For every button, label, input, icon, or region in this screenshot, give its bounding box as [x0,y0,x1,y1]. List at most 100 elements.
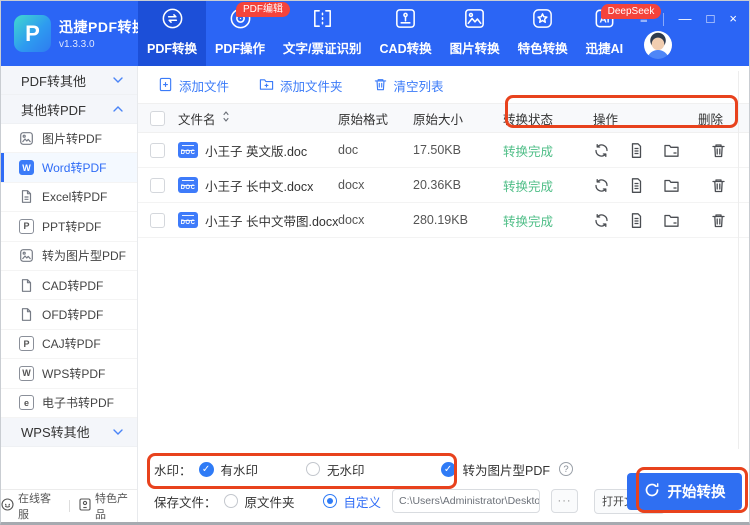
delete-row-icon[interactable] [710,177,727,194]
open-folder-icon[interactable] [663,142,680,159]
sidebar-item-ofd-to-pdf[interactable]: OFD转PDF [1,300,137,330]
sidebar-item-caj-to-pdf[interactable]: P CAJ转PDF [1,330,137,360]
open-folder-icon[interactable] [663,177,680,194]
caj-file-icon: P [19,336,34,352]
sidebar-item-label: 电子书转PDF [42,396,115,411]
group-label: PDF转其他 [21,73,87,89]
close-icon[interactable]: × [729,12,737,26]
sidebar-item-label: Word转PDF [42,161,107,176]
status-label: 转换完成 [503,179,554,194]
pdf-convert-icon [160,6,185,31]
sidebar-item-label: CAJ转PDF [42,337,101,352]
browse-button[interactable]: ··· [551,489,579,513]
folder-plus-icon [259,77,274,95]
delete-row-icon[interactable] [710,212,727,229]
sidebar-item-wps-to-pdf[interactable]: W WPS转PDF [1,359,137,389]
nav-tab-cad-convert[interactable]: CAD转换 [371,1,441,66]
sidebar-item-ebook-to-pdf[interactable]: e 电子书转PDF [1,389,137,418]
file-size: 280.19KB [413,213,468,227]
doc-file-icon: DOC [178,142,198,158]
sidebar-group-other-to-pdf[interactable]: 其他转PDF [1,95,137,124]
file-size: 17.50KB [413,143,461,157]
minimize-icon[interactable]: — [679,12,692,26]
sidebar-item-label: OFD转PDF [42,308,104,323]
without-watermark-label[interactable]: 无水印 [327,460,365,479]
group-label: WPS转其他 [21,425,90,441]
delete-row-icon[interactable] [710,142,727,159]
to-image-pdf-checkbox-checked[interactable] [440,461,456,477]
sidebar-item-label: 图片转PDF [42,131,103,146]
reconvert-icon[interactable] [593,177,610,194]
column-file-name: 文件名 [178,112,216,127]
image-icon [19,248,34,263]
nav-tab-pdf-convert[interactable]: PDF转换 [138,1,207,66]
column-delete: 删除 [698,112,724,127]
file-format: doc [338,143,359,157]
add-folder-button[interactable]: 添加文件夹 [259,76,343,95]
featured-products-link[interactable]: 特色产品 [79,490,137,522]
nav-tab-feature-convert[interactable]: 特色转换 [509,1,577,66]
open-file-icon[interactable] [628,212,645,229]
start-convert-button[interactable]: 开始转换 [627,473,742,510]
user-avatar[interactable] [644,31,673,59]
row-checkbox[interactable] [150,212,165,228]
footer-divider [69,500,70,512]
window-controls-divider [662,12,664,26]
word-file-icon: W [19,160,34,176]
row-checkbox[interactable] [150,142,165,158]
maximize-icon[interactable]: □ [707,12,715,26]
nav-tab-pdf-operate[interactable]: PDF编辑 PDF操作 [206,1,291,66]
to-image-pdf-label[interactable]: 转为图片型PDF [463,460,551,479]
scrollbar-track[interactable] [738,71,739,449]
clear-list-button[interactable]: 清空列表 [373,76,444,95]
sidebar-group-pdf-to-other[interactable]: PDF转其他 [1,66,137,95]
ppt-file-icon: P [19,218,34,234]
add-file-button[interactable]: 添加文件 [158,76,229,95]
open-folder-icon[interactable] [663,212,680,229]
sort-icon[interactable] [222,111,230,125]
nav-tab-label: 图片转换 [449,42,500,56]
custom-folder-radio-selected[interactable] [322,494,337,508]
open-file-icon[interactable] [628,142,645,159]
file-plus-icon [158,77,173,95]
chevron-down-icon [113,429,123,435]
page-file-icon [19,278,34,293]
app-logo: P 迅捷PDF转换器 v1.3.3.0 [1,1,161,66]
sidebar-item-ppt-to-pdf[interactable]: P PPT转PDF [1,212,137,242]
sidebar-item-to-image-pdf[interactable]: 转为图片型PDF [1,242,137,271]
sidebar-item-excel-to-pdf[interactable]: Excel转PDF [1,183,137,213]
excel-file-icon [19,189,34,204]
select-all-checkbox[interactable] [150,110,165,126]
ebook-file-icon: e [19,395,34,411]
sidebar-item-word-to-pdf[interactable]: W Word转PDF [1,153,137,183]
row-checkbox[interactable] [150,177,165,193]
sidebar-group-wps-to-other[interactable]: WPS转其他 [1,417,137,447]
custom-folder-label[interactable]: 自定义 [344,492,382,511]
nav-tab-label: 特色转换 [517,42,568,56]
sidebar-item-cad-to-pdf[interactable]: CAD转PDF [1,271,137,301]
with-watermark-radio-checked[interactable] [198,461,214,477]
online-support-link[interactable]: 在线客服 [1,490,60,522]
save-path-input[interactable]: C:\Users\Administrator\Desktop [392,489,541,513]
group-label: 其他转PDF [21,102,87,118]
open-file-icon[interactable] [628,177,645,194]
original-folder-label[interactable]: 原文件夹 [245,492,295,511]
original-folder-radio[interactable] [223,494,238,508]
sidebar-item-image-to-pdf[interactable]: 图片转PDF [1,124,137,154]
help-icon[interactable]: ? [559,462,574,476]
without-watermark-radio[interactable] [306,462,321,476]
reconvert-icon[interactable] [593,212,610,229]
content-area: PDF转其他 其他转PDF 图片转PDF W Word转PDF Excel转PD… [1,66,749,522]
reconvert-icon[interactable] [593,142,610,159]
with-watermark-label[interactable]: 有水印 [221,460,259,479]
app-window: P 迅捷PDF转换器 v1.3.3.0 PDF转换 PDF编辑 PDF操作 文字… [0,0,750,525]
nav-tab-image-convert[interactable]: 图片转换 [441,1,509,66]
doc-file-icon: DOC [178,177,198,193]
sidebar-item-label: WPS转PDF [42,366,106,381]
nav-tab-label: 迅捷AI [585,42,624,56]
file-format: docx [338,178,365,192]
nav-tab-xunjie-ai[interactable]: DeepSeek Ai 迅捷AI [577,1,662,66]
deepseek-badge: DeepSeek [600,4,662,19]
sidebar-item-label: 转为图片型PDF [42,249,127,264]
chevron-down-icon [113,77,123,83]
